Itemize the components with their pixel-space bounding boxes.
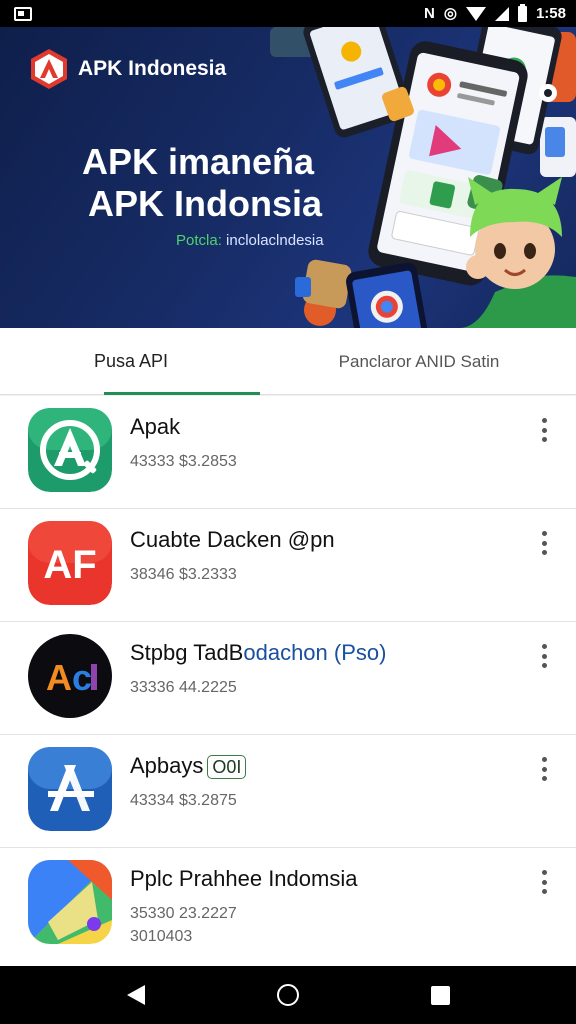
hero-banner: APK Indonesia APK imaneña APK Indonsia P…: [0, 27, 576, 328]
banner-logo-text: APK Indonesia: [78, 57, 227, 80]
more-options-icon[interactable]: [534, 531, 554, 555]
banner-title-line2: APK Indonsia: [88, 183, 323, 224]
app-name: Stpbg TadBodachon (Pso): [130, 640, 386, 666]
banner-logo: APK Indonesia: [30, 48, 226, 90]
battery-icon: [517, 3, 527, 22]
tab-pusa-api[interactable]: Pusa API: [0, 328, 262, 395]
list-item[interactable]: Apak 43333 $3.2853: [0, 396, 576, 509]
svg-text:A: A: [46, 657, 72, 698]
home-icon: [277, 984, 299, 1006]
app-name-text: Apbays: [130, 753, 204, 778]
list-item[interactable]: Pplc Prahhee Indomsia 35330 23.2227 3010…: [0, 848, 576, 966]
banner-subtitle-rest: inclolaclndesia: [221, 232, 324, 249]
active-tab-indicator: [104, 392, 260, 395]
banner-subtitle-green: Potcla:: [176, 232, 222, 249]
app-meta: 43334 $3.2875: [130, 792, 237, 809]
app-meta: 35330 23.2227: [130, 905, 237, 922]
app-name-text: Stpbg TadB: [130, 640, 244, 665]
app-meta: 43333 $3.2853: [130, 453, 237, 470]
app-meta: 38346 $3.2333: [130, 566, 237, 583]
more-options-icon[interactable]: [534, 418, 554, 442]
list-item[interactable]: Apbays O0I 43334 $3.2875: [0, 735, 576, 848]
more-options-icon[interactable]: [534, 757, 554, 781]
more-options-icon[interactable]: [534, 644, 554, 668]
more-options-icon[interactable]: [534, 870, 554, 894]
recents-icon: [430, 985, 450, 1005]
tab-label: Panclaror ANID Satin: [338, 351, 500, 371]
back-button[interactable]: [111, 970, 161, 1020]
back-icon: [127, 985, 145, 1005]
wifi-icon: [465, 6, 486, 21]
status-time: 1:58: [535, 5, 566, 22]
tab-label: Pusa API: [93, 351, 169, 371]
vibrate-icon: ◎: [443, 5, 457, 22]
signal-icon: [494, 6, 509, 21]
adobe-ai-icon: A c: [28, 634, 112, 718]
banner-title-line1: APK imaneña: [82, 141, 315, 182]
home-button[interactable]: [263, 970, 313, 1020]
apk-logo-icon: [31, 49, 67, 89]
screen: N ◎ 1:58 APK Indonesia APK imaneña APK I…: [0, 0, 576, 1024]
app-name-text: Cuabte Dacken: [130, 527, 282, 552]
apk-compass-icon: [28, 408, 112, 492]
notification-icon: [14, 6, 32, 21]
af-icon: AF: [28, 521, 112, 605]
banner-subtitle: Potcla: inclolaclndesia: [176, 232, 324, 249]
app-meta: 33336 44.2225: [130, 679, 237, 696]
system-nav-bar: [0, 966, 576, 1024]
status-bar: N ◎ 1:58: [0, 0, 576, 27]
app-tag-badge: O0I: [207, 755, 247, 779]
app-name: Pplc Prahhee Indomsia: [130, 866, 358, 891]
list-item[interactable]: A c Stpbg TadBodachon (Pso) 33336 44.222…: [0, 622, 576, 735]
app-name: Apak: [130, 414, 181, 439]
nfc-icon: N: [424, 5, 435, 22]
tab-bar: Pusa API Panclaror ANID Satin: [0, 328, 576, 395]
app-name: Apbays O0I: [130, 753, 247, 779]
app-name: Cuabte Dacken @pn: [130, 527, 335, 553]
svg-text:c: c: [72, 657, 92, 698]
google-play-icon: [28, 860, 112, 944]
app-store-icon: [28, 747, 112, 831]
app-list: Apak 43333 $3.2853 AF Cuabte Dacken @pn …: [0, 396, 576, 966]
app-name-suffix: @pn: [287, 527, 335, 552]
tab-panclaror[interactable]: Panclaror ANID Satin: [262, 328, 576, 395]
app-meta-secondary: 3010403: [130, 928, 193, 945]
recents-button[interactable]: [415, 970, 465, 1020]
status-icons: N ◎ 1:58: [424, 3, 566, 22]
app-name-blue: odachon (Pso): [243, 640, 387, 665]
list-item[interactable]: AF Cuabte Dacken @pn 38346 $3.2333: [0, 509, 576, 622]
svg-text:AF: AF: [43, 543, 96, 587]
